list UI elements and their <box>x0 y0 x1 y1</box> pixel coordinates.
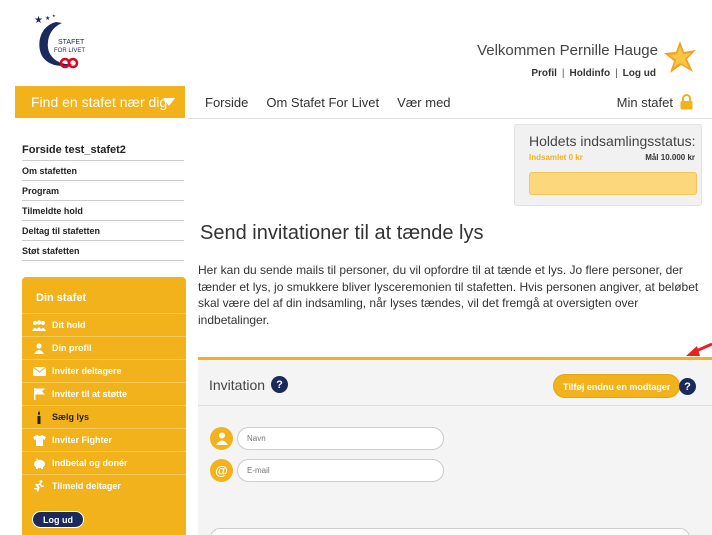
find-stafet-dropdown[interactable]: Find en stafet nær dig <box>15 86 185 118</box>
flag-icon <box>32 388 46 400</box>
logout-link[interactable]: Log ud <box>623 68 656 79</box>
page-title: Send invitationer til at tænde lys <box>200 222 484 244</box>
sidebar-item-om-stafetten[interactable]: Om stafetten <box>22 161 184 181</box>
intro-text: Her kan du sende mails til personer, du … <box>198 263 699 327</box>
invitation-title: Invitation <box>209 376 266 393</box>
runner-icon <box>32 480 46 492</box>
invitation-title-group: Invitation ? <box>209 376 289 393</box>
invitation-panel: Invitation ? Tilføj endnu en modtager ? … <box>198 357 712 535</box>
fundraising-status-box: Holdets indsamlingsstatus: Indsamlet 0 k… <box>514 124 702 206</box>
envelope-icon <box>32 365 46 377</box>
svg-text:★: ★ <box>52 14 56 18</box>
star-icon <box>662 40 698 76</box>
min-stafet-link[interactable]: Min stafet <box>617 86 694 118</box>
menu-label: Inviter Fighter <box>52 435 113 445</box>
menu-label: Tilmeld deltager <box>52 481 121 491</box>
red-arrow-annotation <box>684 336 712 360</box>
menu-item-inviter-stotte[interactable]: Inviter til at støtte <box>22 382 186 405</box>
lock-icon <box>679 94 694 110</box>
menu-item-saelg-lys[interactable]: Sælg lys <box>22 405 186 428</box>
find-stafet-label: Find en stafet nær dig <box>31 94 168 110</box>
status-title: Holdets indsamlingsstatus: <box>529 133 696 149</box>
shirt-icon <box>32 434 46 446</box>
email-field-row: @ <box>210 459 444 482</box>
menu-label: Indbetal og donér <box>52 458 128 468</box>
sidebar-item-deltag[interactable]: Deltag til stafetten <box>22 221 184 241</box>
goal-amount: Mål 10.000 kr <box>645 153 695 162</box>
help-icon[interactable]: ? <box>679 378 696 395</box>
welcome-text: Velkommen Pernille Hauge <box>477 42 658 59</box>
nav-forside[interactable]: Forside <box>205 95 248 110</box>
fundraising-progress-bar <box>529 172 697 195</box>
sidebar-item-tilmeldte-hold[interactable]: Tilmeldte hold <box>22 201 184 221</box>
nav-vaer-med[interactable]: Vær med <box>397 95 450 110</box>
svg-text:★: ★ <box>45 15 50 22</box>
menu-item-inviter-deltagere[interactable]: Inviter deltagere <box>22 359 186 382</box>
menu-label: Inviter deltagere <box>52 366 122 376</box>
piggy-bank-icon <box>32 457 46 469</box>
menu-label: Din profil <box>52 343 92 353</box>
status-row: Indsamlet 0 kr Mål 10.000 kr <box>515 149 701 162</box>
menu-item-inviter-fighter[interactable]: Inviter Fighter <box>22 428 186 451</box>
logo-line1: STAFET <box>58 39 85 46</box>
logo-line2: FOR LIVET <box>54 48 85 54</box>
email-input[interactable] <box>237 459 444 482</box>
main-nav: Forside Om Stafet For Livet Vær med <box>205 86 451 118</box>
stafet-sidebar: Forside test_stafet2 Om stafetten Progra… <box>22 142 184 261</box>
user-nav: Profil | Holdinfo | Log ud <box>531 68 656 79</box>
menu-item-indbetal[interactable]: Indbetal og donér <box>22 451 186 474</box>
menu-item-dit-hold[interactable]: Dit hold <box>22 313 186 336</box>
additional-field <box>210 528 690 535</box>
name-input[interactable] <box>237 427 444 450</box>
user-icon <box>210 427 233 450</box>
din-stafet-panel: Din stafet Dit hold Din profil Inviter d… <box>22 277 186 535</box>
stafet-for-livet-logo[interactable]: ★ ★ ★ STAFET FOR LIVET <box>28 13 98 80</box>
collected-amount: Indsamlet 0 kr <box>529 153 583 162</box>
menu-label: Inviter til at støtte <box>52 389 128 399</box>
candle-icon <box>32 410 46 424</box>
nav-om-stafet[interactable]: Om Stafet For Livet <box>266 95 379 110</box>
min-stafet-label: Min stafet <box>616 94 673 110</box>
help-icon[interactable]: ? <box>271 376 289 393</box>
menu-label: Sælg lys <box>52 412 90 422</box>
nav-divider <box>188 118 712 119</box>
at-sign-icon: @ <box>210 459 233 482</box>
menu-label: Dit hold <box>52 320 86 330</box>
name-field-row <box>210 427 444 450</box>
svg-text:★: ★ <box>34 15 43 26</box>
sidebar-item-program[interactable]: Program <box>22 181 184 201</box>
profile-link[interactable]: Profil <box>531 68 557 79</box>
chevron-down-icon <box>163 98 175 106</box>
invitation-header: Invitation ? Tilføj endnu en modtager ? <box>198 360 712 406</box>
team-icon <box>32 319 46 331</box>
sidebar-item-stot[interactable]: Støt stafetten <box>22 241 184 261</box>
user-icon <box>32 342 46 354</box>
logout-button[interactable]: Log ud <box>32 511 84 528</box>
holdinfo-link[interactable]: Holdinfo <box>570 68 611 79</box>
menu-item-tilmeld-deltager[interactable]: Tilmeld deltager <box>22 474 186 497</box>
sidebar-title[interactable]: Forside test_stafet2 <box>22 142 184 161</box>
din-stafet-title: Din stafet <box>36 292 87 304</box>
add-recipient-button[interactable]: Tilføj endnu en modtager <box>553 374 681 398</box>
menu-item-din-profil[interactable]: Din profil <box>22 336 186 359</box>
